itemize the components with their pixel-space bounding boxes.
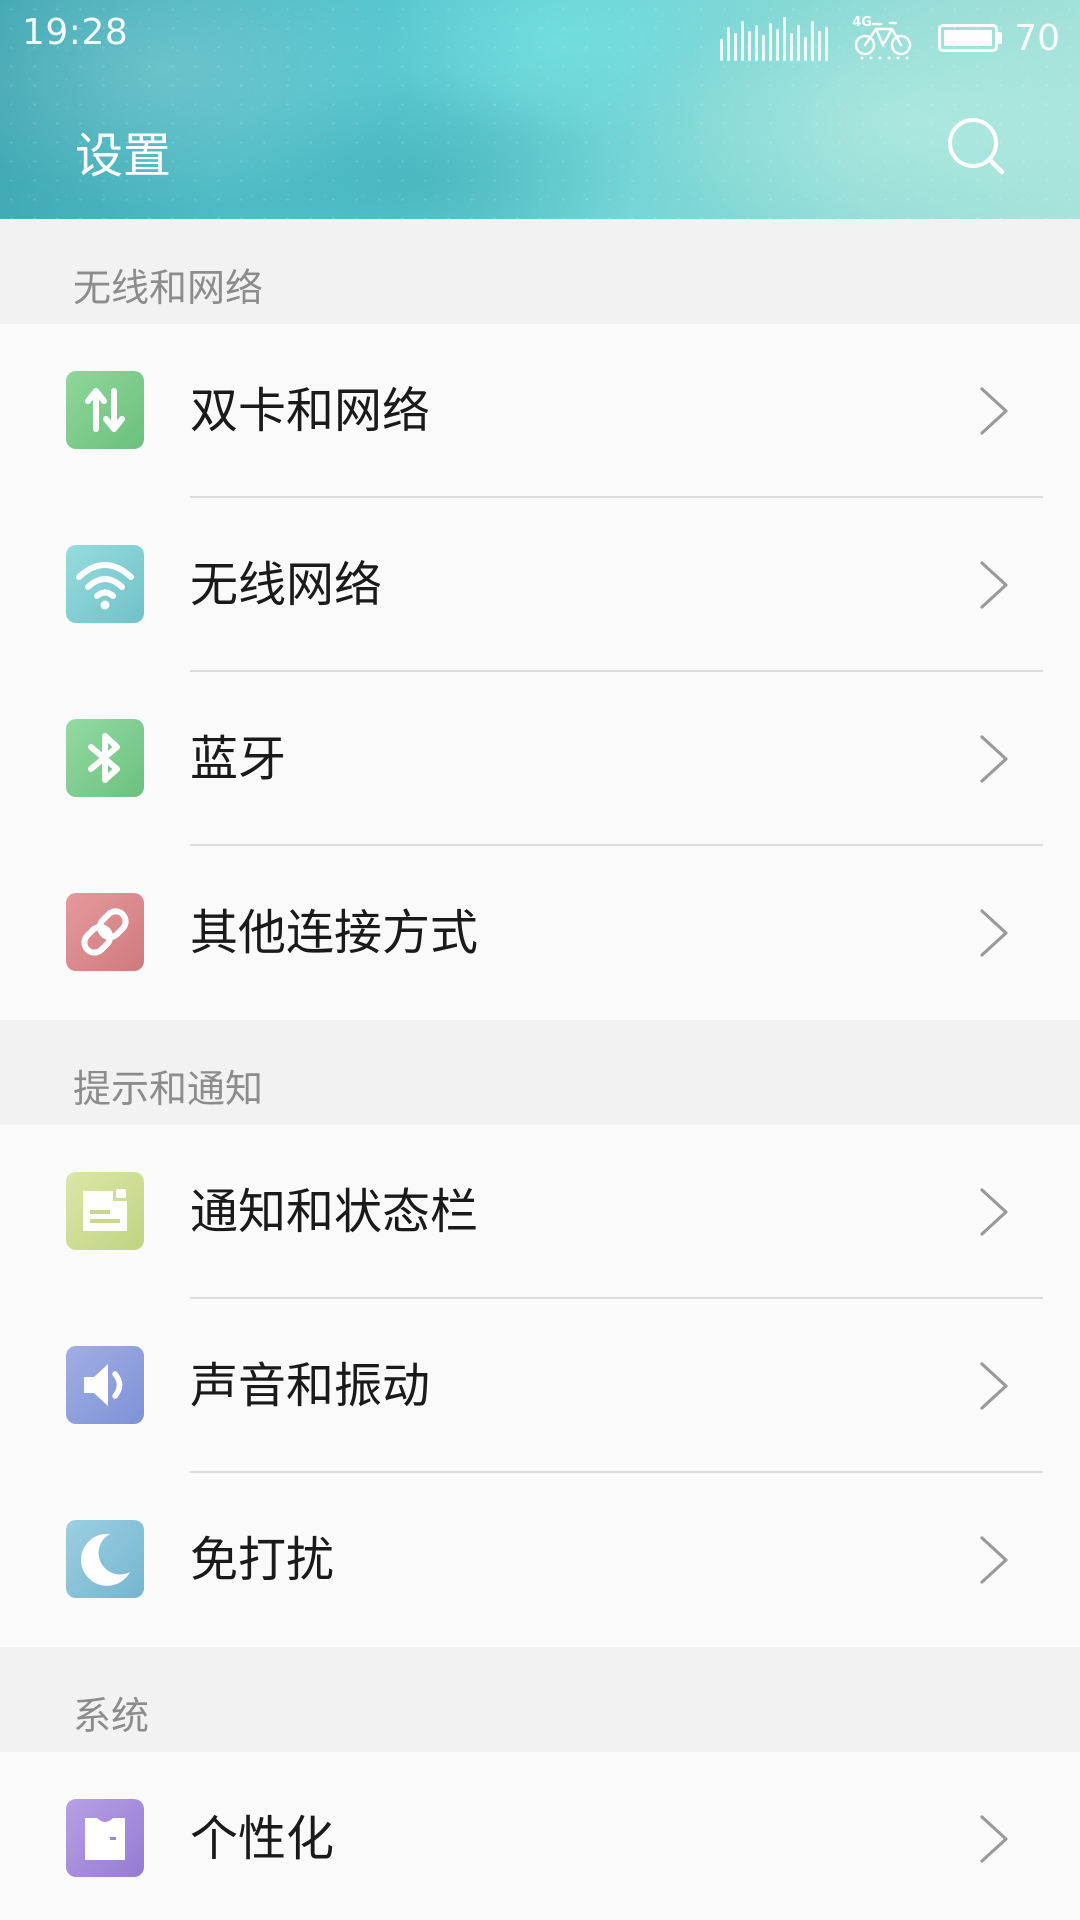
mobile-data-icon: 4G (852, 15, 914, 61)
settings-item-personalization[interactable]: 个性化 (0, 1752, 1080, 1920)
signal-icon (720, 15, 829, 61)
shirt-icon (66, 1799, 144, 1877)
settings-item-label: 个性化 (190, 1811, 335, 1867)
group-wireless: 双卡和网络 无线网络 蓝牙 其他连接方式 (0, 324, 1080, 1020)
section-header-notifications: 提示和通知 (0, 1020, 1080, 1125)
status-time: 19:28 (22, 12, 129, 53)
settings-item-label: 无线网络 (190, 557, 383, 613)
group-notifications: 通知和状态栏 声音和振动 免打扰 (0, 1125, 1080, 1647)
section-header-wireless: 无线和网络 (0, 219, 1080, 324)
chevron-right-icon (980, 909, 1008, 957)
settings-item-label: 其他连接方式 (190, 905, 479, 961)
moon-icon (66, 1520, 144, 1598)
section-title: 无线和网络 (73, 266, 264, 310)
settings-item-label: 声音和振动 (190, 1358, 431, 1414)
battery-icon (938, 24, 1003, 52)
chevron-right-icon (980, 735, 1008, 783)
bluetooth-icon (66, 719, 144, 797)
dual-sim-data-icon (66, 371, 144, 449)
chevron-right-icon (980, 1362, 1008, 1410)
chevron-right-icon (980, 387, 1008, 435)
network-type-label: 4G (852, 15, 872, 30)
settings-screen: 19:28 4G 70 设置 无线和网络 双卡和网络 无线网络 蓝牙 其他连接方… (0, 0, 1080, 1920)
settings-item-label: 双卡和网络 (190, 383, 431, 439)
settings-item-dual-sim[interactable]: 双卡和网络 (0, 324, 1080, 498)
settings-item-label: 通知和状态栏 (190, 1184, 479, 1240)
page-title: 设置 (75, 128, 172, 184)
chevron-right-icon (980, 1536, 1008, 1584)
battery-level: 70 (1014, 17, 1060, 59)
settings-item-bluetooth[interactable]: 蓝牙 (0, 672, 1080, 846)
chevron-right-icon (980, 1188, 1008, 1236)
settings-item-wifi[interactable]: 无线网络 (0, 498, 1080, 672)
settings-item-other-connections[interactable]: 其他连接方式 (0, 846, 1080, 1020)
chevron-right-icon (980, 561, 1008, 609)
section-title: 系统 (73, 1694, 150, 1738)
notification-icon (66, 1172, 144, 1250)
status-icons: 4G 70 (720, 12, 1060, 64)
section-title: 提示和通知 (73, 1067, 264, 1111)
link-icon (66, 893, 144, 971)
speaker-icon (66, 1346, 144, 1424)
settings-item-notifications[interactable]: 通知和状态栏 (0, 1125, 1080, 1299)
settings-item-sound[interactable]: 声音和振动 (0, 1299, 1080, 1473)
chevron-right-icon (980, 1815, 1008, 1863)
settings-item-label: 蓝牙 (190, 731, 287, 787)
search-button[interactable] (946, 116, 1006, 176)
search-icon (948, 118, 1005, 175)
section-header-system: 系统 (0, 1647, 1080, 1752)
wifi-icon (66, 545, 144, 623)
settings-item-do-not-disturb[interactable]: 免打扰 (0, 1473, 1080, 1647)
settings-item-label: 免打扰 (190, 1532, 335, 1588)
header: 19:28 4G 70 设置 (0, 0, 1080, 219)
group-system: 个性化 (0, 1752, 1080, 1920)
